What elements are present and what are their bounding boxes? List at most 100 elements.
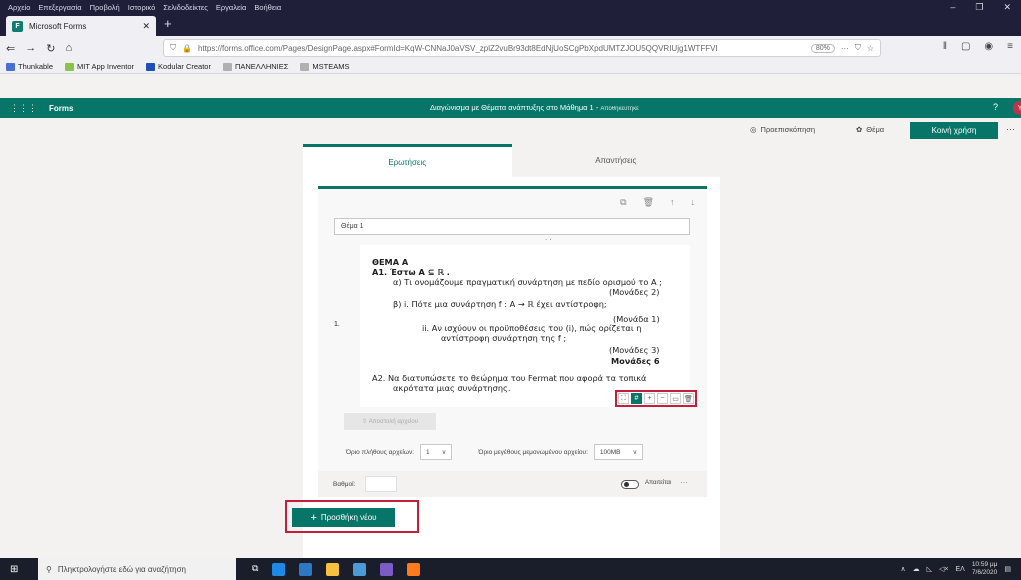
delete-image-icon[interactable]: 🗑 [683, 393, 694, 404]
menu-edit[interactable]: Επεξεργασία [38, 3, 81, 12]
forms-brand[interactable]: Forms [49, 104, 73, 113]
menu-help[interactable]: Βοήθεια [254, 3, 281, 12]
network-icon[interactable]: ◺ [927, 565, 932, 573]
preview-button[interactable]: ◎ Προεπισκόπηση [750, 125, 815, 134]
lock-icon[interactable]: 🔒 [182, 44, 192, 53]
firefox-icon[interactable] [407, 562, 421, 576]
menu-file[interactable]: Αρχείο [8, 3, 30, 12]
sidebar-icon[interactable]: ▢ [961, 41, 970, 52]
more-options-icon[interactable]: ··· [680, 478, 688, 487]
chevron-up-icon[interactable]: ∧ [900, 565, 905, 573]
chrome-icon[interactable] [353, 562, 367, 576]
points-input[interactable] [365, 476, 398, 492]
library-icon[interactable]: ‖ [943, 41, 947, 52]
zoom-level[interactable]: 80% [810, 43, 835, 53]
bookmark-kodular[interactable]: Kodular Creator [146, 62, 211, 71]
menu-bookmarks[interactable]: Σελιδοδείκτες [163, 3, 208, 12]
new-tab-icon[interactable]: + [164, 16, 172, 31]
file-size-select[interactable]: 100MB ∨ [593, 444, 644, 460]
bookmark-star-icon[interactable]: ☆ [867, 44, 874, 53]
hamburger-menu-icon[interactable]: ≡ [1007, 41, 1013, 52]
account-icon[interactable]: ◉ [984, 41, 993, 52]
menu-history[interactable]: Ιστορικό [128, 3, 156, 12]
taskbar-search[interactable]: ⚲ Πληκτρολογήστε εδώ για αναζήτηση [38, 558, 236, 580]
close-tab-icon[interactable]: ✕ [142, 21, 150, 32]
bookmark-msteams[interactable]: MSTEAMS [300, 62, 349, 71]
upload-file-button[interactable]: ⇧ Αποστολή αρχείου [344, 413, 436, 430]
tab-responses[interactable]: Απαντήσεις [511, 144, 720, 177]
windows-start-icon[interactable]: ⊞ [10, 564, 30, 575]
replace-image-icon[interactable]: ▭ [670, 393, 681, 404]
file-size-label: Όριο μεγέθους μεμονωμένου αρχείου: [478, 448, 588, 456]
task-view-icon[interactable]: ⧉ [252, 563, 258, 576]
file-explorer-icon[interactable] [326, 562, 340, 576]
copy-icon[interactable]: ⧉ [620, 197, 626, 208]
image-a2-cont: ακρότατα μιας συνάρτησης. [393, 383, 511, 393]
minimize-icon[interactable]: – [950, 2, 955, 13]
image-a1-total: Μονάδες 6 [611, 356, 660, 366]
question-title-input[interactable]: Θέμα 1 [334, 218, 690, 235]
required-toggle[interactable] [621, 480, 639, 489]
crop-image-icon[interactable]: # [631, 393, 642, 404]
share-button[interactable]: Κοινή χρήση [910, 122, 998, 139]
url-text[interactable]: https://forms.office.com/Pages/DesignPag… [198, 44, 805, 53]
shield-icon[interactable]: ⛉ [170, 43, 176, 53]
add-new-button[interactable]: + Προσθήκη νέου [292, 508, 395, 527]
help-icon[interactable]: ? [993, 102, 998, 112]
image-a1bii-cont: αντίστροφη συνάρτηση της f ; [441, 333, 567, 343]
image-heading: ΘΕΜΑ Α [372, 257, 409, 267]
bookmark-label: Thunkable [18, 62, 54, 71]
upload-label: Αποστολή αρχείου [368, 418, 418, 425]
address-bar[interactable]: ⛉ 🔒 https://forms.office.com/Pages/Desig… [163, 39, 881, 57]
theme-button[interactable]: ✿ Θέμα [856, 125, 884, 134]
home-icon[interactable]: ⌂ [65, 42, 72, 54]
teams-icon[interactable] [380, 562, 394, 576]
bookmark-thunkable[interactable]: Thunkable [6, 62, 53, 71]
app-launcher-icon[interactable]: ⋮⋮⋮ [10, 103, 37, 114]
page-actions-icon[interactable]: ··· [841, 44, 849, 53]
language-indicator[interactable]: ΕΛ [955, 566, 964, 573]
back-icon[interactable]: ⇐ [6, 42, 15, 55]
clock[interactable]: 10:59 μμ 7/6/2020 [972, 561, 998, 577]
more-options-icon[interactable]: ··· [1006, 124, 1015, 134]
browser-menu-bar: Αρχείο Επεξεργασία Προβολή Ιστορικό Σελι… [0, 0, 1021, 14]
fit-image-icon[interactable]: ⛶ [618, 393, 629, 404]
add-new-highlight: + Προσθήκη νέου [285, 500, 419, 533]
tab-questions[interactable]: Ερωτήσεις [303, 144, 512, 177]
chevron-down-icon: ∨ [441, 449, 447, 456]
file-count-value: 1 [426, 448, 430, 456]
onedrive-icon[interactable]: ☁ [913, 565, 920, 573]
required-label: Απαιτείται [645, 480, 672, 486]
avatar[interactable]: Y [1013, 101, 1021, 115]
volume-icon[interactable]: ◁× [939, 565, 948, 573]
store-icon[interactable] [299, 562, 313, 576]
thunkable-icon [6, 62, 15, 71]
bookmark-panellinies[interactable]: ΠΑΝΕΛΛΗΝΙΕΣ [222, 62, 288, 71]
notifications-icon[interactable]: ▤ [1004, 565, 1011, 573]
move-up-icon[interactable]: ↑ [670, 197, 675, 208]
pocket-icon[interactable]: ⛉ [855, 43, 861, 53]
move-down-icon[interactable]: ↓ [691, 197, 696, 208]
menu-view[interactable]: Προβολή [90, 3, 120, 12]
menu-tools[interactable]: Εργαλεία [216, 3, 246, 12]
file-count-select[interactable]: 1 ∨ [420, 444, 453, 460]
forward-icon[interactable]: → [25, 42, 36, 54]
file-limits-row: Όριο πλήθους αρχείων: 1 ∨ Όριο μεγέθους μ… [346, 442, 706, 462]
close-window-icon[interactable]: ✕ [1003, 2, 1011, 13]
bookmark-label: MSTEAMS [312, 62, 350, 71]
reload-icon[interactable]: ↻ [46, 42, 55, 55]
zoom-in-icon[interactable]: + [644, 393, 655, 404]
browser-tab-forms[interactable]: F Microsoft Forms ✕ [6, 16, 156, 36]
edge-icon[interactable] [272, 562, 286, 576]
taskbar-apps: ⧉ [252, 562, 421, 576]
file-size-value: 100MB [599, 448, 621, 456]
delete-icon[interactable]: 🗑 [643, 197, 654, 208]
save-status: Αποθηκεύτηκε [600, 106, 639, 112]
theme-label: Θέμα [866, 125, 885, 134]
bookmarks-toolbar: Thunkable MIT App Inventor Kodular Creat… [0, 60, 1021, 74]
bookmark-mit-app-inventor[interactable]: MIT App Inventor [65, 62, 134, 71]
points-row: Βαθμοί: Απαιτείται ··· [318, 471, 707, 497]
restore-icon[interactable]: ❐ [975, 2, 983, 13]
bookmark-label: MIT App Inventor [77, 62, 135, 71]
zoom-out-icon[interactable]: − [657, 393, 668, 404]
